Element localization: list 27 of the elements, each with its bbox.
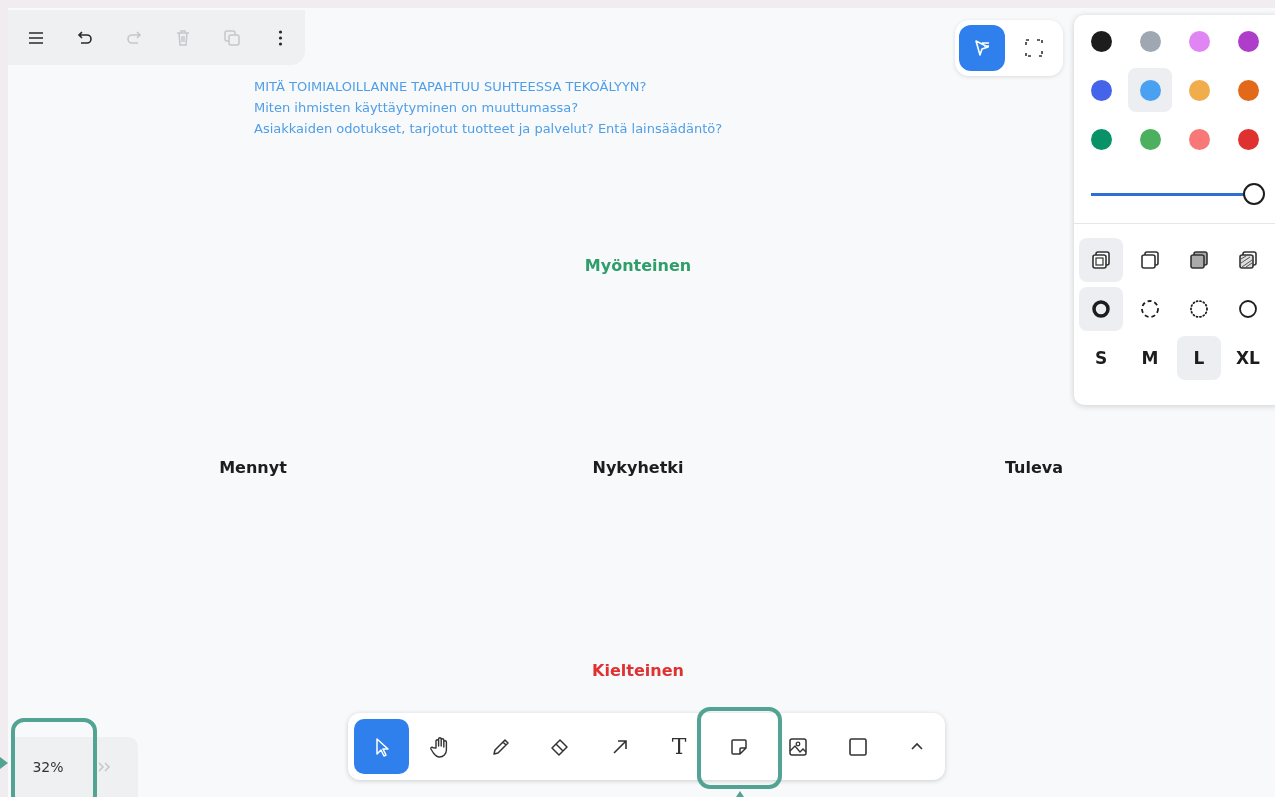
fill-icon (1237, 249, 1259, 271)
axis-label: Mennyt (219, 458, 287, 477)
size-option[interactable]: M (1128, 336, 1172, 380)
axis-label: Nykyhetki (592, 458, 684, 477)
fill-icon (1188, 249, 1210, 271)
circle-icon (1237, 298, 1259, 320)
size-option[interactable]: S (1079, 336, 1123, 380)
fill-icon (1139, 249, 1161, 271)
fullscreen-icon (1023, 37, 1045, 59)
select-mode-button[interactable] (959, 25, 1005, 71)
select-tool[interactable] (354, 719, 409, 774)
circle-icon (1090, 298, 1112, 320)
text-tool[interactable]: T (651, 719, 707, 774)
dash-draw-option[interactable] (1079, 287, 1123, 331)
axis-label: Myönteinen (584, 256, 692, 275)
question-text: MITÄ TOIMIALOILLANNE TAPAHTUU SUHTEESSA TEKOÄLYYN? Miten ihmisten käyttäytyminen on muuttumassa? Asiakkaiden odotukset, tarjotut tuotteet ja palvelut? Entä lainsäädäntö? (254, 78, 723, 138)
rectangle-icon (846, 735, 869, 758)
size-option[interactable]: L (1177, 336, 1221, 380)
size-option[interactable]: XL (1226, 336, 1270, 380)
image-icon (787, 735, 809, 758)
circle-icon (1139, 298, 1161, 320)
fill-none-option[interactable] (1079, 238, 1123, 282)
axis-label: Tuleva (1004, 458, 1064, 477)
color-swatch[interactable] (1128, 68, 1172, 112)
axis-label: Kielteinen (592, 661, 684, 680)
fill-icon (1090, 249, 1112, 271)
circle-icon (1188, 298, 1210, 320)
